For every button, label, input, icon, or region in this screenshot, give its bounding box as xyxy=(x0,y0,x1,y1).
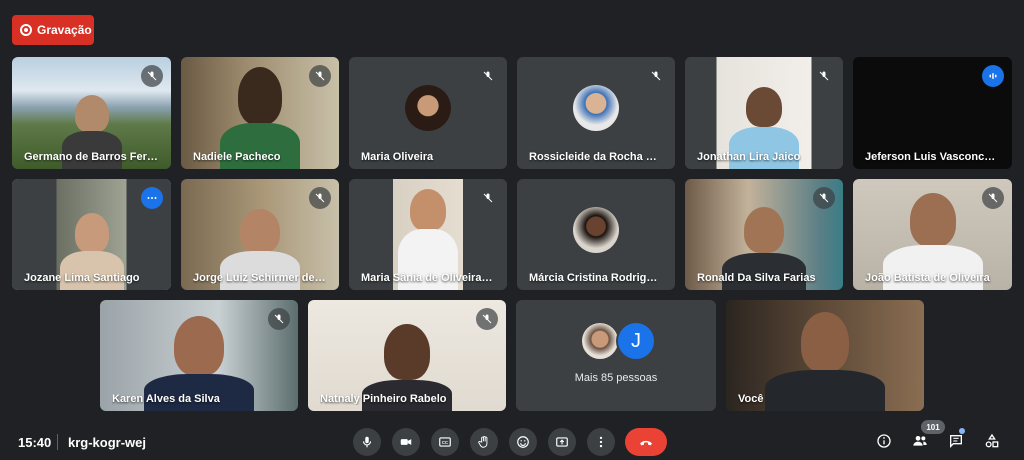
more-vert-icon xyxy=(599,436,603,448)
emoji-icon xyxy=(517,436,529,448)
participant-name: Natnaly Pinheiro Rabelo xyxy=(320,393,447,405)
chat-notification-dot xyxy=(959,428,965,434)
mic-off-icon xyxy=(309,187,331,209)
participant-tile[interactable]: Germano de Barros Ferre... xyxy=(12,57,171,169)
participant-video xyxy=(174,316,224,376)
participant-video xyxy=(240,209,280,253)
participant-name: Jonathan Lira Jaico xyxy=(697,151,801,163)
participant-tile[interactable]: João Batista de Oliveira xyxy=(853,179,1012,290)
avatar xyxy=(405,85,451,131)
participant-tile[interactable]: Jozane Lima Santiago xyxy=(12,179,171,290)
participant-body xyxy=(59,251,124,290)
participant-tile[interactable]: Nadiele Pacheco xyxy=(181,57,339,169)
mic-off-icon xyxy=(268,308,290,330)
chat-icon xyxy=(950,435,962,448)
info-icon xyxy=(877,434,891,448)
participant-name: Você xyxy=(738,393,764,405)
participant-video xyxy=(74,95,109,133)
info-button[interactable] xyxy=(873,430,895,452)
participant-body xyxy=(220,251,300,290)
participant-video xyxy=(801,312,849,372)
clock: 15:40 xyxy=(18,435,52,450)
mic-off-icon xyxy=(982,187,1004,209)
people-icon xyxy=(913,436,927,446)
captions-icon: CC xyxy=(439,437,451,447)
participant-name: Jorge Luiz Schirmer de M... xyxy=(193,272,327,284)
activities-icon xyxy=(985,433,999,448)
hand-icon xyxy=(478,435,488,448)
participant-tile[interactable]: Jorge Luiz Schirmer de M... xyxy=(181,179,339,290)
mic-off-icon xyxy=(477,187,499,209)
present-button[interactable] xyxy=(548,428,576,456)
participant-name: Karen Alves da Silva xyxy=(112,393,220,405)
participant-tile[interactable]: Natnaly Pinheiro Rabelo xyxy=(308,300,506,411)
participant-video xyxy=(744,207,784,253)
more-people-label: Mais 85 pessoas xyxy=(574,372,658,384)
mic-icon xyxy=(362,436,372,448)
participant-video xyxy=(74,213,109,253)
self-tile[interactable]: Você xyxy=(726,300,924,411)
avatar xyxy=(573,206,619,253)
mic-off-icon xyxy=(476,308,498,330)
avatar-letter: J xyxy=(631,329,641,352)
participant-tile[interactable]: Ronald Da Silva Farias xyxy=(685,179,843,290)
leave-call-button[interactable] xyxy=(625,428,667,456)
participant-video xyxy=(238,67,282,125)
mic-off-icon xyxy=(309,65,331,87)
raise-hand-button[interactable] xyxy=(470,428,498,456)
more-options-button[interactable] xyxy=(587,428,615,456)
more-options-icon[interactable] xyxy=(141,187,163,209)
avatar xyxy=(580,321,620,361)
present-screen-icon xyxy=(556,437,568,447)
participant-name: Rossicleide da Rocha Bati... xyxy=(529,151,663,163)
hangup-icon xyxy=(640,440,652,446)
participant-video xyxy=(909,193,956,247)
participant-video xyxy=(410,189,446,231)
participant-tile[interactable]: Jeferson Luis Vasconcelo... xyxy=(853,57,1012,169)
participant-tile[interactable]: Jonathan Lira Jaico xyxy=(685,57,843,169)
participant-name: Jozane Lima Santiago xyxy=(24,272,140,284)
avatar: J xyxy=(616,321,656,361)
mic-off-icon xyxy=(813,65,835,87)
mic-off-icon xyxy=(141,65,163,87)
participant-body xyxy=(61,131,122,169)
divider xyxy=(57,434,58,450)
activities-button[interactable] xyxy=(981,430,1003,452)
camera-button[interactable] xyxy=(392,428,420,456)
participant-name: Ronald Da Silva Farias xyxy=(697,272,816,284)
avatar xyxy=(573,85,619,131)
participant-name: Maria Sânia de Oliveira Fr... xyxy=(361,272,495,284)
participant-video xyxy=(746,87,782,127)
camera-icon xyxy=(400,439,412,445)
control-bar: 15:40 krg-kogr-wej CC xyxy=(0,420,1024,460)
recording-badge[interactable]: Gravação xyxy=(12,15,94,45)
participant-video xyxy=(384,324,430,380)
participant-name: João Batista de Oliveira xyxy=(865,272,990,284)
participant-tile[interactable]: Maria Sânia de Oliveira Fr... xyxy=(349,179,507,290)
meeting-code: krg-kogr-wej xyxy=(68,435,147,450)
speaking-indicator-icon xyxy=(982,65,1004,87)
mic-off-icon xyxy=(813,187,835,209)
more-people-tile[interactable]: J Mais 85 pessoas xyxy=(516,300,716,411)
mic-off-icon xyxy=(477,65,499,87)
participant-name: Maria Oliveira xyxy=(361,151,434,163)
participant-name: Nadiele Pacheco xyxy=(193,151,281,163)
captions-button[interactable]: CC xyxy=(431,428,459,456)
mic-button[interactable] xyxy=(353,428,381,456)
record-icon xyxy=(20,24,32,36)
participant-tile[interactable]: Rossicleide da Rocha Bati... xyxy=(517,57,675,169)
participant-name: Márcia Cristina Rodrigue... xyxy=(529,272,663,284)
mic-off-icon xyxy=(645,65,667,87)
recording-label: Gravação xyxy=(37,23,92,37)
svg-text:CC: CC xyxy=(442,440,448,445)
reactions-button[interactable] xyxy=(509,428,537,456)
participant-count-badge: 101 xyxy=(921,420,945,434)
participant-tile[interactable]: Karen Alves da Silva xyxy=(100,300,298,411)
participant-name: Germano de Barros Ferre... xyxy=(24,151,159,163)
participant-name: Jeferson Luis Vasconcelo... xyxy=(865,151,1000,163)
participant-tile[interactable]: Márcia Cristina Rodrigue... xyxy=(517,179,675,290)
participant-tile[interactable]: Maria Oliveira xyxy=(349,57,507,169)
